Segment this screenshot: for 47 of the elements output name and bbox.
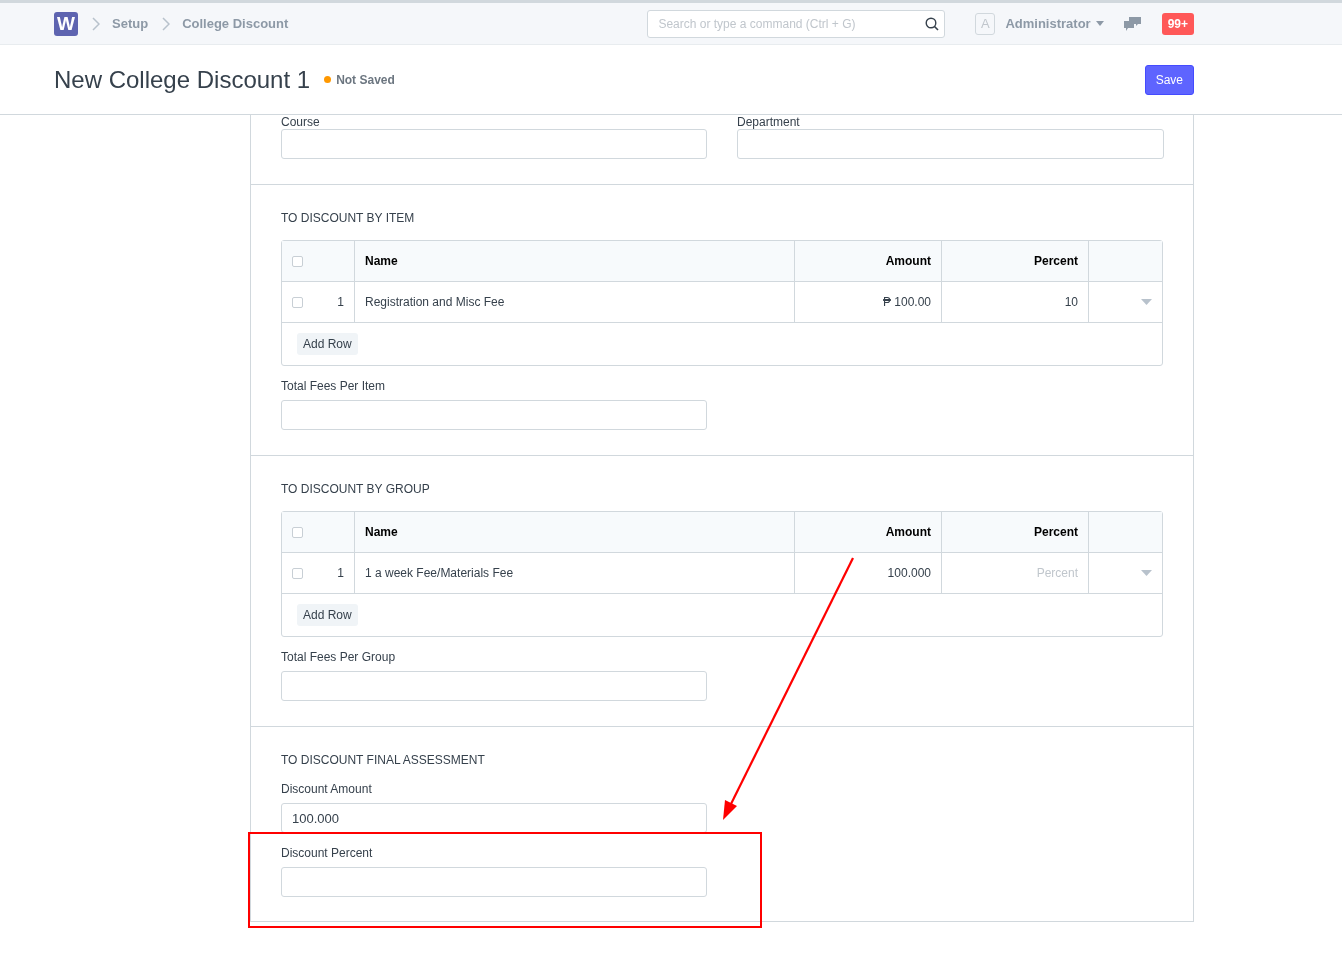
add-row-button[interactable]: Add Row — [297, 333, 358, 355]
chat-icon[interactable] — [1123, 16, 1141, 31]
row-number: 1 — [337, 566, 344, 580]
input-field[interactable] — [281, 671, 707, 701]
table-cell[interactable]: 100.000 — [795, 553, 942, 593]
checkbox[interactable] — [292, 526, 303, 538]
search-icon — [925, 16, 940, 31]
section-heading: TO DISCOUNT FINAL ASSESSMENT — [281, 753, 486, 767]
field-label: Department — [737, 115, 801, 129]
input-field[interactable] — [281, 400, 707, 430]
input-field[interactable]: 100.000 — [281, 803, 707, 833]
checkbox[interactable] — [292, 296, 303, 308]
app-logo[interactable]: W — [54, 11, 78, 36]
field-label: Total Fees Per Item — [281, 379, 387, 393]
table-cell[interactable]: 1 a week Fee/Materials Fee — [355, 553, 795, 593]
input-field[interactable] — [281, 867, 707, 897]
input-field[interactable] — [281, 129, 707, 159]
field-label: Course — [281, 115, 321, 129]
dropdown-icon[interactable] — [1141, 570, 1152, 576]
field-label: Discount Amount — [281, 782, 373, 796]
column-header: Name — [355, 241, 795, 281]
chevron-icon — [92, 16, 100, 31]
table-cell[interactable]: Registration and Misc Fee — [355, 282, 795, 322]
row-number: 1 — [337, 295, 344, 309]
table-cell[interactable]: ₱ 100.00 — [795, 282, 942, 322]
column-header: Name — [355, 512, 795, 552]
input-field[interactable] — [737, 129, 1164, 159]
add-row-button[interactable]: Add Row — [297, 604, 358, 626]
column-header: Amount — [795, 512, 942, 552]
column-header: Amount — [795, 241, 942, 281]
checkbox[interactable] — [292, 255, 303, 267]
search-field[interactable]: Search or type a command (Ctrl + G) — [647, 9, 946, 38]
checkbox[interactable] — [292, 567, 303, 579]
column-header: Percent — [942, 241, 1089, 281]
section-heading: TO DISCOUNT BY ITEM — [281, 211, 416, 225]
section-heading: TO DISCOUNT BY GROUP — [281, 482, 431, 496]
column-header: Percent — [942, 512, 1089, 552]
field-label: Discount Percent — [281, 846, 374, 860]
dropdown-icon[interactable] — [1141, 299, 1152, 305]
field-label: Total Fees Per Group — [281, 650, 397, 664]
table-cell[interactable]: 10 — [942, 282, 1089, 322]
status-label: Not Saved — [336, 72, 395, 87]
status-dot — [324, 76, 332, 83]
caret-icon — [1095, 21, 1104, 26]
page-title: New College Discount 1 — [54, 65, 311, 94]
save-button[interactable]: Save — [1144, 64, 1194, 95]
chevron-icon — [162, 16, 171, 31]
